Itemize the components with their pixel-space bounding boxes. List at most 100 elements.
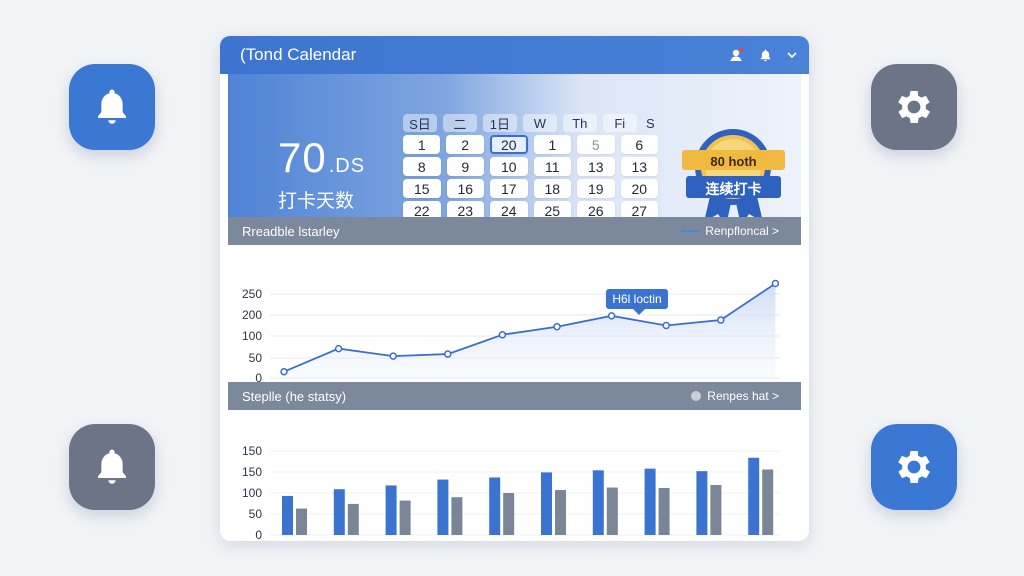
y-tick-label: 100: [242, 329, 262, 343]
window-title: (Tond Calendar: [240, 45, 357, 64]
bar[interactable]: [710, 485, 722, 535]
data-point[interactable]: [280, 367, 288, 376]
bar[interactable]: [347, 503, 359, 535]
y-tick-label: 0: [255, 528, 262, 541]
bar[interactable]: [333, 489, 345, 535]
x-tick-label: Zun: [335, 539, 356, 541]
bar[interactable]: [503, 493, 515, 535]
notification-button[interactable]: [69, 64, 155, 150]
bar[interactable]: [282, 495, 293, 535]
bar-card-link[interactable]: Renpes hat >: [691, 389, 779, 403]
calendar-day[interactable]: 13: [577, 157, 615, 176]
bar-card-header: Steplle (he statsy) Renpes hat >: [228, 382, 801, 410]
bar[interactable]: [296, 508, 307, 535]
weekday-label: Th: [562, 114, 597, 132]
badge-bottom-text: 连续打卡: [705, 181, 762, 197]
bar[interactable]: [658, 487, 670, 535]
calendar-week-row: 15 16 17 18 19 20: [403, 179, 658, 198]
calendar-day[interactable]: 6: [620, 135, 658, 154]
line-chart: 050100200250JanJabTlerAurMeyMayTubJulDey…: [220, 245, 809, 400]
bar[interactable]: [762, 469, 774, 535]
calendar-day[interactable]: 18: [533, 179, 571, 198]
streak-badge: 80 hoth 连续打卡: [676, 122, 791, 232]
calendar-day[interactable]: 8: [403, 157, 441, 176]
calendar-day[interactable]: 11: [533, 157, 571, 176]
calendar-day[interactable]: 17: [490, 179, 528, 198]
streak-count: 70 .DS: [278, 134, 365, 182]
data-point[interactable]: [498, 330, 507, 339]
calendar-day[interactable]: 2: [446, 135, 484, 154]
bar-chart: 0 50 100 150 150 Jan Zun Sob Apr Tub Ful Sor Sey May C…: [220, 410, 809, 541]
line-card-link[interactable]: Renpfloncal >: [681, 224, 779, 238]
chart-tooltip: H6l loctin: [606, 289, 668, 315]
data-point[interactable]: [334, 344, 343, 353]
line-card-title: Rreadble lstarley: [242, 223, 340, 239]
calendar-day[interactable]: 15: [403, 179, 441, 198]
settings-button[interactable]: [871, 64, 957, 150]
line-card-link-label: Renpfloncal >: [705, 224, 779, 238]
line-card-header: Rreadble lstarley Renpfloncal >: [228, 217, 801, 245]
weekday-label: 1日: [482, 114, 517, 132]
bar-card-link-label: Renpes hat >: [707, 389, 779, 403]
bar[interactable]: [606, 487, 618, 535]
calendar-day[interactable]: 1: [533, 135, 572, 154]
bar[interactable]: [451, 497, 463, 535]
data-point[interactable]: [607, 312, 616, 320]
calendar-day[interactable]: 16: [446, 179, 484, 198]
y-tick-label: 150: [242, 465, 262, 479]
gear-icon: [898, 91, 930, 123]
x-tick-label: Jan: [284, 539, 303, 541]
calendar-day[interactable]: 20: [620, 179, 658, 198]
bar[interactable]: [644, 468, 656, 535]
bar[interactable]: [437, 479, 449, 535]
bar[interactable]: [541, 472, 552, 535]
bar[interactable]: [592, 470, 604, 535]
data-point[interactable]: [444, 350, 452, 358]
x-tick-label: Tub: [491, 539, 512, 541]
window-titlebar: (Tond Calendar: [220, 36, 809, 74]
y-tick-label: 50: [249, 507, 263, 521]
calendar-day[interactable]: 20: [489, 135, 528, 154]
bar[interactable]: [555, 490, 566, 535]
bell-icon[interactable]: [758, 48, 773, 63]
calendar-window: (Tond Calendar 70 .DS 打卡天数 S日二 1日 W Th Fi S 12…: [220, 36, 809, 541]
legend-line-icon: [681, 230, 700, 232]
data-point[interactable]: [662, 321, 670, 330]
calendar-day[interactable]: 9: [446, 157, 484, 176]
gear-icon: [898, 451, 930, 483]
x-tick-label: Con: [749, 539, 771, 541]
calendar-day[interactable]: 5: [577, 135, 615, 154]
link-dot-icon: [691, 391, 702, 401]
streak-unit: .DS: [328, 155, 366, 177]
bar[interactable]: [489, 477, 501, 535]
calendar-day[interactable]: 10: [490, 157, 528, 176]
calendar-day[interactable]: 13: [620, 157, 658, 176]
bar-card-title: Steplle (he statsy): [242, 388, 347, 404]
notification-button-secondary[interactable]: [69, 424, 155, 510]
weekday-label: W: [522, 114, 557, 132]
user-alert-icon[interactable]: [728, 47, 744, 63]
chevron-down-icon[interactable]: [787, 51, 797, 59]
streak-label: 打卡天数: [278, 191, 355, 212]
calendar-week-row: 1 2 20 1 5 6: [403, 135, 658, 154]
calendar-day[interactable]: 19: [577, 179, 615, 198]
y-tick-label: 150: [242, 444, 262, 458]
bar[interactable]: [696, 471, 708, 535]
bar[interactable]: [385, 485, 397, 535]
bar[interactable]: [748, 457, 760, 535]
streak-number: 70: [278, 134, 327, 181]
x-tick-label: Sob: [387, 539, 409, 541]
medal-icon: [682, 129, 785, 226]
settings-button-secondary[interactable]: [871, 424, 957, 510]
weekday-label: 二: [442, 114, 477, 132]
weekday-label: S: [646, 115, 655, 131]
bar[interactable]: [399, 500, 411, 535]
x-tick-label: Ful: [545, 539, 562, 541]
data-point[interactable]: [771, 279, 780, 288]
data-point[interactable]: [389, 352, 397, 360]
calendar-day[interactable]: 1: [403, 135, 441, 154]
x-tick-label: Sey: [646, 539, 667, 541]
data-point[interactable]: [553, 323, 561, 331]
data-point[interactable]: [717, 316, 725, 324]
x-tick-label: Apr: [440, 539, 459, 541]
